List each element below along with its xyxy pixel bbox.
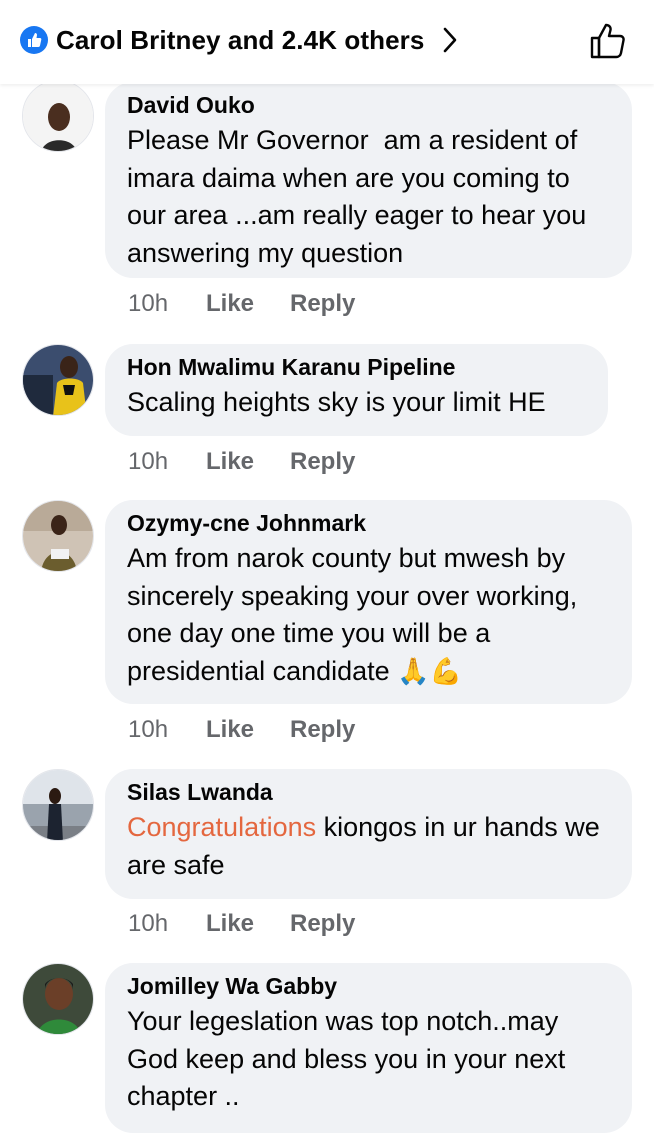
reactions-summary[interactable]: Carol Britney and 2.4K others xyxy=(20,22,462,58)
comment-actions: 10h Like Reply xyxy=(128,716,355,744)
comment-bubble: Silas Lwanda Congratulations kiongos in … xyxy=(105,769,632,899)
avatar[interactable] xyxy=(22,963,94,1035)
comment-time[interactable]: 10h xyxy=(128,716,206,744)
like-button[interactable]: Like xyxy=(206,910,290,938)
reactions-text: Carol Britney and 2.4K others xyxy=(56,24,425,55)
reply-button[interactable]: Reply xyxy=(290,290,355,318)
comment-bubble: David Ouko Please Mr Governor am a resid… xyxy=(105,82,632,278)
reply-button[interactable]: Reply xyxy=(290,910,355,938)
comment-author[interactable]: David Ouko xyxy=(127,90,610,120)
comment-actions: 10h Like Reply xyxy=(128,910,355,938)
reactions-header: Carol Britney and 2.4K others xyxy=(0,0,654,84)
chevron-right-icon xyxy=(442,25,462,55)
like-button[interactable]: Like xyxy=(206,448,290,476)
comment-text: Am from narok county but mwesh by sincer… xyxy=(127,540,610,690)
comment-author[interactable]: Silas Lwanda xyxy=(127,777,610,807)
reply-button[interactable]: Reply xyxy=(290,716,355,744)
like-post-button[interactable] xyxy=(586,20,630,62)
comment-author[interactable]: Jomilley Wa Gabby xyxy=(127,971,610,1001)
highlighted-word: Congratulations xyxy=(127,812,317,842)
comment-text: Scaling heights sky is your limit HE xyxy=(127,387,546,417)
comment-time[interactable]: 10h xyxy=(128,448,206,476)
comment-time[interactable]: 10h xyxy=(128,290,206,318)
comment-bubble: Ozymy-cne Johnmark Am from narok county … xyxy=(105,500,632,704)
comment-time[interactable]: 10h xyxy=(128,910,206,938)
comment-author[interactable]: Hon Mwalimu Karanu Pipeline xyxy=(127,352,586,382)
comment-bubble: Jomilley Wa Gabby Your legeslation was t… xyxy=(105,963,632,1133)
comment-actions: 10h Like Reply xyxy=(128,448,355,476)
comment-actions: 10h Like Reply xyxy=(128,290,355,318)
reply-button[interactable]: Reply xyxy=(290,448,355,476)
comment-text: Your legeslation was top notch..may God … xyxy=(127,1006,573,1111)
thumbs-up-outline-icon xyxy=(590,23,625,59)
comment-text: Congratulations kiongos in ur hands we a… xyxy=(127,809,610,884)
avatar[interactable] xyxy=(22,500,94,572)
like-button[interactable]: Like xyxy=(206,290,290,318)
comment-author[interactable]: Ozymy-cne Johnmark xyxy=(127,508,610,538)
avatar[interactable] xyxy=(22,769,94,841)
comment-text: Please Mr Governor am a resident of imar… xyxy=(127,125,594,268)
avatar[interactable] xyxy=(22,80,94,152)
like-button[interactable]: Like xyxy=(206,716,290,744)
pray-flex-emoji: 🙏💪 xyxy=(397,655,462,686)
like-thumb-icon xyxy=(20,26,48,54)
avatar[interactable] xyxy=(22,344,94,416)
comment-bubble: Hon Mwalimu Karanu Pipeline Scaling heig… xyxy=(105,344,608,436)
comment-text-body: Am from narok county but mwesh by sincer… xyxy=(127,543,585,686)
